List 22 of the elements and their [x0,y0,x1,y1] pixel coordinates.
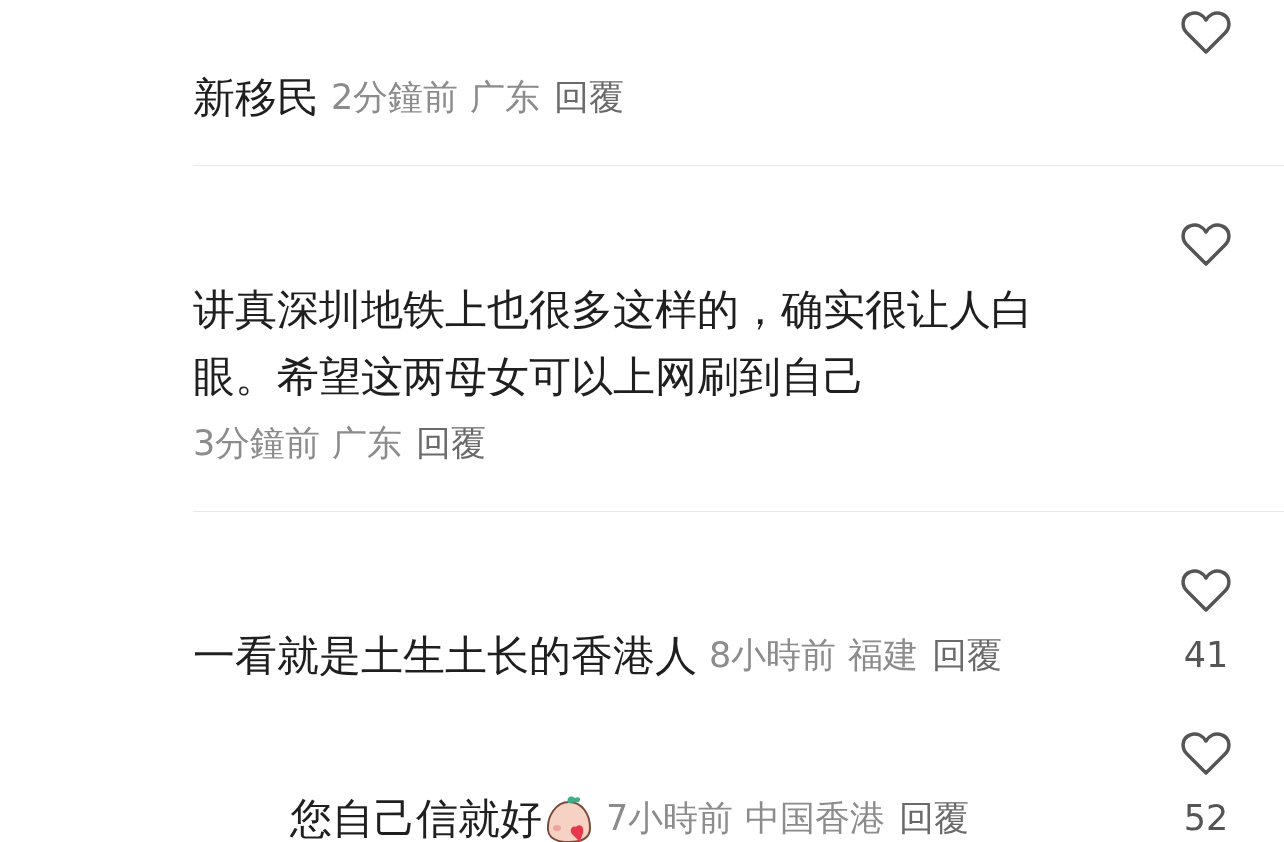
time-text: 2分鐘前 [331,76,459,119]
comment-text: 您自己信就好 [290,793,542,842]
time-text: 3分鐘前 [193,422,321,465]
reply-link[interactable]: 回覆 [899,785,970,842]
reply-link[interactable]: 回覆 [554,64,625,131]
comment-text: 讲真深圳地铁上也很多这样的，确实很让人白眼。希望这两母女可以上网刷到自己 [193,284,1034,403]
reply-link[interactable]: 回覆 [932,622,1003,689]
time-text: 8小時前 [709,634,837,677]
like-button[interactable] [1180,10,1232,56]
location-text: 广东 [332,422,403,465]
like-count: 52 [1183,798,1229,838]
like-count: 41 [1183,635,1229,675]
location-text: 中国香港 [745,797,886,840]
like-button[interactable] [1180,568,1232,614]
reply-link[interactable]: 回覆 [416,410,487,477]
location-text: 广东 [470,76,541,119]
comment-text: 一看就是土生土长的香港人 [193,630,697,682]
like-button[interactable] [1180,731,1232,777]
location-text: 福建 [848,634,919,677]
like-button[interactable] [1180,222,1232,268]
time-text: 7小時前 [606,797,734,840]
comment-text: 新移民 [193,72,319,124]
